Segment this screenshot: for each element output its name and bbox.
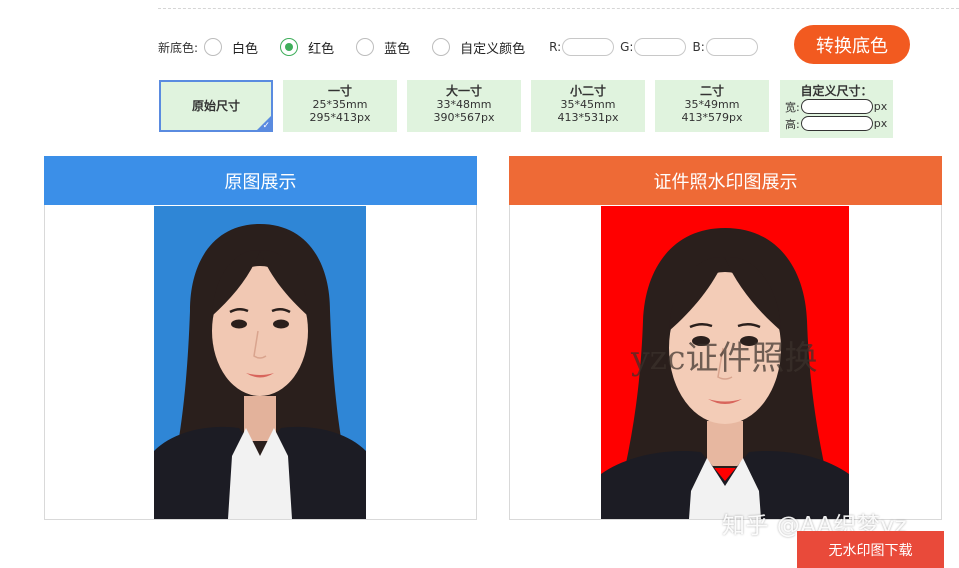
radio-white-label: 白色	[232, 41, 259, 57]
watermark-panel: 证件照水印图展示 yzc证件照换	[509, 156, 942, 520]
original-panel-header: 原图展示	[44, 156, 477, 205]
size-mm: 33*48mm	[436, 98, 492, 111]
size-mm: 25*35mm	[312, 98, 368, 111]
original-photo	[154, 206, 366, 519]
b-input[interactable]	[705, 38, 758, 56]
width-unit: px	[873, 100, 888, 113]
g-input[interactable]	[634, 38, 687, 56]
size-card-small-2cun[interactable]: 小二寸 35*45mm 413*531px	[531, 80, 645, 132]
r-input[interactable]	[562, 38, 615, 56]
background-color-row: 新底色: 白色 红色 蓝色 自定义颜色 R: G: B:	[158, 30, 764, 64]
size-px: 413*531px	[557, 111, 619, 124]
size-card-custom[interactable]: 自定义尺寸： 宽: px 高: px	[780, 80, 893, 138]
size-card-original[interactable]: 原始尺寸 ✓	[159, 80, 273, 132]
size-title: 大一寸	[445, 84, 482, 98]
radio-custom-label: 自定义颜色	[460, 41, 526, 57]
custom-height-input[interactable]	[800, 116, 873, 131]
custom-width-input[interactable]	[800, 99, 873, 114]
watermark-photo: yzc证件照换	[601, 206, 849, 519]
radio-red-label: 红色	[308, 41, 335, 57]
convert-background-button[interactable]: 转换底色	[794, 25, 910, 64]
height-label: 高:	[785, 117, 800, 131]
size-title: 小二寸	[569, 84, 606, 98]
size-card-1cun[interactable]: 一寸 25*35mm 295*413px	[283, 80, 397, 132]
radio-red-circle[interactable]	[280, 38, 299, 56]
size-title: 二寸	[699, 84, 724, 98]
size-card-large-1cun[interactable]: 大一寸 33*48mm 390*567px	[407, 80, 521, 132]
radio-blue-circle[interactable]	[356, 38, 375, 56]
custom-size-title: 自定义尺寸：	[800, 84, 873, 98]
size-title: 原始尺寸	[191, 98, 240, 113]
radio-blue[interactable]: 蓝色	[356, 38, 410, 57]
height-unit: px	[873, 117, 888, 130]
radio-custom-circle[interactable]	[432, 38, 451, 56]
g-label: G:	[620, 40, 634, 54]
custom-height-row: 高: px	[780, 115, 893, 132]
size-card-2cun[interactable]: 二寸 35*49mm 413*579px	[655, 80, 769, 132]
custom-width-row: 宽: px	[780, 98, 893, 115]
size-mm: 35*49mm	[684, 98, 740, 111]
top-divider	[158, 8, 959, 9]
original-panel: 原图展示	[44, 156, 477, 520]
size-title: 一寸	[327, 84, 352, 98]
size-px: 295*413px	[309, 111, 371, 124]
size-px: 390*567px	[433, 111, 495, 124]
width-label: 宽:	[785, 100, 800, 114]
b-label: B:	[692, 40, 705, 54]
size-px: 413*579px	[681, 111, 743, 124]
radio-white[interactable]: 白色	[204, 38, 258, 57]
radio-blue-label: 蓝色	[384, 41, 411, 57]
watermark-panel-header: 证件照水印图展示	[509, 156, 942, 205]
radio-white-circle[interactable]	[204, 38, 223, 56]
portrait-blue-illustration	[154, 206, 366, 519]
rgb-inputs: R: G: B:	[549, 38, 764, 56]
check-icon: ✓	[262, 121, 270, 131]
radio-custom-color[interactable]: 自定义颜色	[432, 38, 525, 57]
photo-watermark-text: yzc证件照换	[631, 338, 818, 377]
background-label: 新底色:	[158, 40, 199, 55]
radio-red[interactable]: 红色	[280, 38, 334, 57]
download-no-watermark-button[interactable]: 无水印图下载	[797, 531, 944, 568]
r-label: R:	[549, 40, 562, 54]
size-mm: 35*45mm	[560, 98, 616, 111]
